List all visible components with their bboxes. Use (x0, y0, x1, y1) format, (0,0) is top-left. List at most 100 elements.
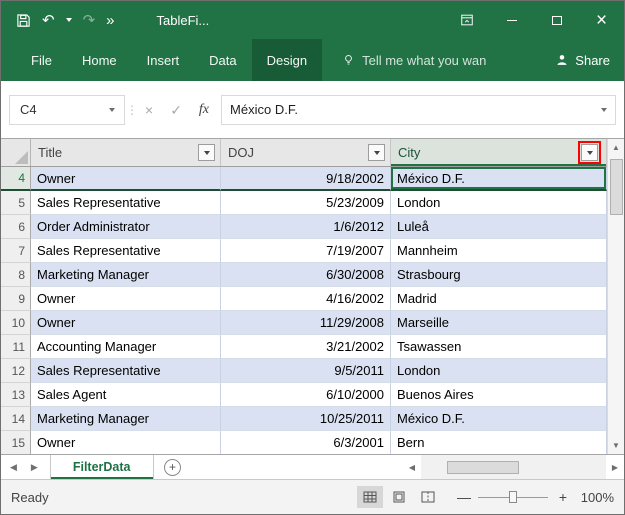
scroll-left-icon[interactable]: ◀ (403, 463, 421, 472)
horizontal-scroll-thumb[interactable] (447, 461, 519, 474)
sheet-tab-filterdata[interactable]: FilterData (50, 455, 154, 479)
row-header[interactable]: 4 (1, 167, 31, 191)
tab-design[interactable]: Design (252, 39, 322, 81)
row-header[interactable]: 14 (1, 407, 31, 431)
scroll-down-icon[interactable]: ▼ (608, 437, 624, 454)
cell-doj[interactable]: 4/16/2002 (221, 287, 391, 311)
cell-city[interactable]: London (391, 191, 607, 215)
sheet-nav-left-icon[interactable]: ◀ (10, 462, 17, 473)
formula-input[interactable]: México D.F. (221, 95, 616, 125)
cell-title[interactable]: Order Administrator (31, 215, 221, 239)
scroll-right-icon[interactable]: ▶ (606, 463, 624, 472)
undo-dropdown-icon[interactable] (66, 18, 72, 22)
row-header[interactable]: 5 (1, 191, 31, 215)
cell-title[interactable]: Sales Representative (31, 359, 221, 383)
column-header-title[interactable]: Title (31, 139, 221, 166)
cell-city[interactable]: Buenos Aires (391, 383, 607, 407)
select-all-corner[interactable] (1, 139, 31, 166)
page-break-view-button[interactable] (415, 486, 441, 508)
column-header-city[interactable]: City (391, 139, 607, 166)
tab-home[interactable]: Home (67, 39, 132, 81)
column-header-doj[interactable]: DOJ (221, 139, 391, 166)
cell-title[interactable]: Sales Representative (31, 191, 221, 215)
cell-title[interactable]: Sales Representative (31, 239, 221, 263)
cell-title[interactable]: Owner (31, 287, 221, 311)
zoom-slider-thumb[interactable] (509, 491, 517, 503)
enter-check-icon[interactable]: ✓ (170, 103, 182, 117)
cell-city[interactable]: México D.F. (391, 167, 607, 191)
horizontal-scrollbar[interactable]: ◀ ▶ (403, 455, 624, 479)
cell-title[interactable]: Marketing Manager (31, 263, 221, 287)
row-header[interactable]: 15 (1, 431, 31, 454)
table-row: 7 Sales Representative 7/19/2007 Mannhei… (1, 239, 607, 263)
close-button[interactable]: × (579, 1, 624, 39)
row-header[interactable]: 6 (1, 215, 31, 239)
page-layout-view-button[interactable] (386, 486, 412, 508)
cancel-icon[interactable]: × (145, 103, 153, 117)
row-header[interactable]: 12 (1, 359, 31, 383)
tab-file[interactable]: File (16, 39, 67, 81)
cell-city[interactable]: Madrid (391, 287, 607, 311)
cell-doj[interactable]: 1/6/2012 (221, 215, 391, 239)
save-icon[interactable] (16, 13, 31, 28)
ribbon-display-options-button[interactable] (444, 1, 489, 39)
cell-doj[interactable]: 6/3/2001 (221, 431, 391, 454)
scroll-up-icon[interactable]: ▲ (608, 139, 624, 156)
name-box-dropdown-icon[interactable] (109, 108, 115, 112)
vertical-scroll-thumb[interactable] (610, 159, 623, 215)
row-header[interactable]: 8 (1, 263, 31, 287)
formula-bar-expand-icon[interactable] (601, 108, 607, 112)
cell-city[interactable]: México D.F. (391, 407, 607, 431)
name-box[interactable]: C4 (9, 95, 125, 125)
undo-icon[interactable]: ↶ (42, 13, 55, 28)
tab-insert[interactable]: Insert (132, 39, 195, 81)
cell-doj[interactable]: 9/18/2002 (221, 167, 391, 191)
tab-data[interactable]: Data (194, 39, 251, 81)
cell-doj[interactable]: 6/10/2000 (221, 383, 391, 407)
cell-city[interactable]: Strasbourg (391, 263, 607, 287)
more-commands-icon[interactable]: » (106, 13, 114, 28)
cell-city[interactable]: London (391, 359, 607, 383)
row-header[interactable]: 11 (1, 335, 31, 359)
tell-me-box[interactable]: Tell me what you wan (342, 39, 486, 81)
row-header[interactable]: 10 (1, 311, 31, 335)
row-header[interactable]: 9 (1, 287, 31, 311)
vertical-scrollbar[interactable]: ▲ ▼ (607, 139, 624, 454)
insert-function-icon[interactable]: fx (199, 102, 209, 118)
cell-doj[interactable]: 10/25/2011 (221, 407, 391, 431)
cell-title[interactable]: Owner (31, 311, 221, 335)
minimize-button[interactable] (489, 1, 534, 39)
maximize-button[interactable] (534, 1, 579, 39)
cell-city[interactable]: Bern (391, 431, 607, 454)
normal-view-button[interactable] (357, 486, 383, 508)
cell-doj[interactable]: 9/5/2011 (221, 359, 391, 383)
zoom-slider[interactable] (478, 490, 548, 504)
cell-city[interactable]: Mannheim (391, 239, 607, 263)
cell-doj[interactable]: 6/30/2008 (221, 263, 391, 287)
cell-title[interactable]: Sales Agent (31, 383, 221, 407)
filter-button-doj[interactable] (368, 144, 385, 161)
cell-title[interactable]: Owner (31, 431, 221, 454)
cell-doj[interactable]: 7/19/2007 (221, 239, 391, 263)
cell-doj[interactable]: 3/21/2002 (221, 335, 391, 359)
filter-button-title[interactable] (198, 144, 215, 161)
cell-doj[interactable]: 5/23/2009 (221, 191, 391, 215)
row-header[interactable]: 13 (1, 383, 31, 407)
cell-city[interactable]: Luleå (391, 215, 607, 239)
row-header[interactable]: 7 (1, 239, 31, 263)
filter-button-city[interactable] (581, 144, 598, 161)
share-button[interactable]: Share (555, 39, 624, 81)
cell-doj[interactable]: 11/29/2008 (221, 311, 391, 335)
zoom-out-button[interactable]: — (457, 490, 469, 504)
cell-title[interactable]: Marketing Manager (31, 407, 221, 431)
tell-me-label: Tell me what you wan (362, 53, 486, 68)
cell-title[interactable]: Accounting Manager (31, 335, 221, 359)
cell-title[interactable]: Owner (31, 167, 221, 191)
table-header-row: Title DOJ City (1, 139, 607, 167)
zoom-level[interactable]: 100% (578, 490, 614, 505)
cell-city[interactable]: Tsawassen (391, 335, 607, 359)
sheet-nav-right-icon[interactable]: ▶ (31, 462, 38, 473)
new-sheet-button[interactable]: + (154, 455, 192, 479)
zoom-in-button[interactable]: + (557, 490, 569, 504)
cell-city[interactable]: Marseille (391, 311, 607, 335)
